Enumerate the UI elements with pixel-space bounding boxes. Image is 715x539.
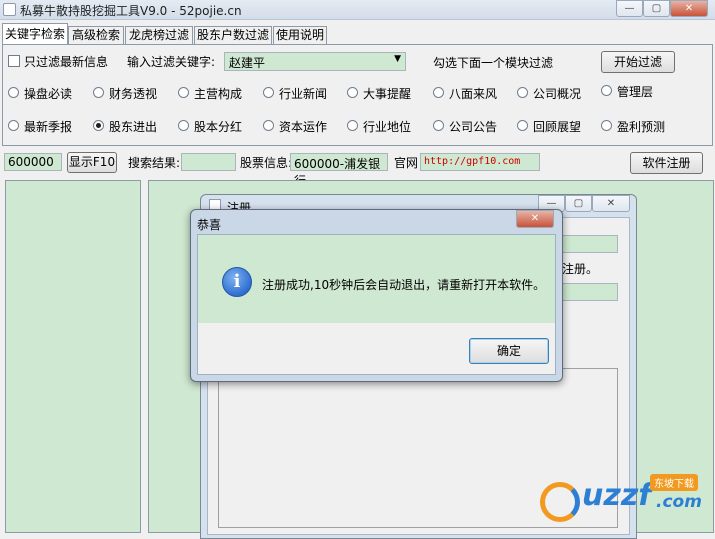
- watermark-text: uzzf: [582, 478, 652, 513]
- register-close-button[interactable]: ✕: [592, 195, 630, 212]
- radio-icon[interactable]: [178, 120, 189, 131]
- radio-icon[interactable]: [517, 120, 528, 131]
- radio-icon[interactable]: [433, 87, 444, 98]
- tab-dragon-tiger-filter[interactable]: 龙虎榜过滤: [125, 26, 193, 45]
- message-box: 恭喜 ✕ i 注册成功,10秒钟后会自动退出，请重新打开本软件。 确定: [190, 209, 563, 382]
- window-title: 私募牛散持股挖掘工具V9.0 - 52pojie.cn: [20, 4, 242, 18]
- keyword-combobox[interactable]: 赵建平 ▼: [224, 52, 406, 71]
- radio-icon[interactable]: [8, 120, 19, 131]
- tab-keyword-search[interactable]: 关键字检索: [2, 23, 68, 45]
- tab-instructions[interactable]: 使用说明: [273, 26, 327, 45]
- message-area: i 注册成功,10秒钟后会自动退出，请重新打开本软件。: [198, 235, 555, 323]
- title-bar: 私募牛散持股挖掘工具V9.0 - 52pojie.cn — ▢ ✕: [0, 0, 715, 20]
- show-f10-button[interactable]: 显示F10: [67, 152, 117, 173]
- radio-icon[interactable]: [601, 85, 612, 96]
- only-latest-label: 只过滤最新信息: [24, 55, 109, 69]
- radio-icon[interactable]: [347, 120, 358, 131]
- software-register-button[interactable]: 软件注册: [630, 152, 703, 174]
- ok-button[interactable]: 确定: [469, 338, 549, 364]
- chevron-down-icon[interactable]: ▼: [394, 54, 401, 64]
- radio-icon[interactable]: [93, 87, 104, 98]
- stock-info-field: 600000-浦发银行: [290, 153, 388, 188]
- tab-shareholder-filter[interactable]: 股东户数过滤: [194, 26, 272, 45]
- radio-icon[interactable]: [433, 120, 444, 131]
- radio-icon[interactable]: [601, 120, 612, 131]
- only-latest-checkbox[interactable]: [8, 55, 20, 67]
- message-box-body: i 注册成功,10秒钟后会自动退出，请重新打开本软件。 确定: [197, 234, 556, 375]
- radio-icon[interactable]: [263, 87, 274, 98]
- radio-icon[interactable]: [263, 120, 274, 131]
- message-box-title: 恭喜: [197, 218, 222, 232]
- radio-icon[interactable]: [8, 87, 19, 98]
- minimize-button[interactable]: —: [616, 0, 643, 17]
- message-text: 注册成功,10秒钟后会自动退出，请重新打开本软件。: [262, 278, 546, 292]
- maximize-button[interactable]: ▢: [643, 0, 670, 17]
- radio-selected-icon[interactable]: [93, 120, 104, 131]
- radio-icon[interactable]: [517, 87, 528, 98]
- watermark-logo: uzzf .com 东坡下载: [540, 474, 710, 530]
- stock-code-input[interactable]: 600000: [4, 153, 62, 171]
- start-filter-button[interactable]: 开始过滤: [601, 51, 675, 73]
- watermark-badge: 东坡下载: [650, 474, 698, 491]
- close-button[interactable]: ✕: [670, 0, 708, 17]
- watermark-swirl-icon: [540, 482, 580, 522]
- watermark-suffix: .com: [656, 492, 702, 512]
- register-maximize-button[interactable]: ▢: [565, 195, 592, 212]
- search-result-field: [181, 153, 236, 171]
- radio-icon[interactable]: [178, 87, 189, 98]
- info-icon: i: [222, 267, 252, 297]
- filter-hint: 勾选下面一个模块过滤: [433, 56, 554, 70]
- app-icon: [3, 3, 16, 16]
- search-result-label: 搜索结果:: [128, 156, 181, 170]
- keyword-label: 输入过滤关键字:: [127, 55, 216, 69]
- website-label: 官网: [394, 156, 419, 170]
- message-box-close-button[interactable]: ✕: [516, 210, 554, 228]
- tab-advanced-search[interactable]: 高级检索: [68, 26, 124, 45]
- left-result-list[interactable]: [5, 180, 141, 533]
- keyword-value: 赵建平: [229, 56, 266, 70]
- website-link[interactable]: http://gpf10.com: [420, 153, 540, 171]
- radio-icon[interactable]: [347, 87, 358, 98]
- stock-info-label: 股票信息:: [240, 156, 293, 170]
